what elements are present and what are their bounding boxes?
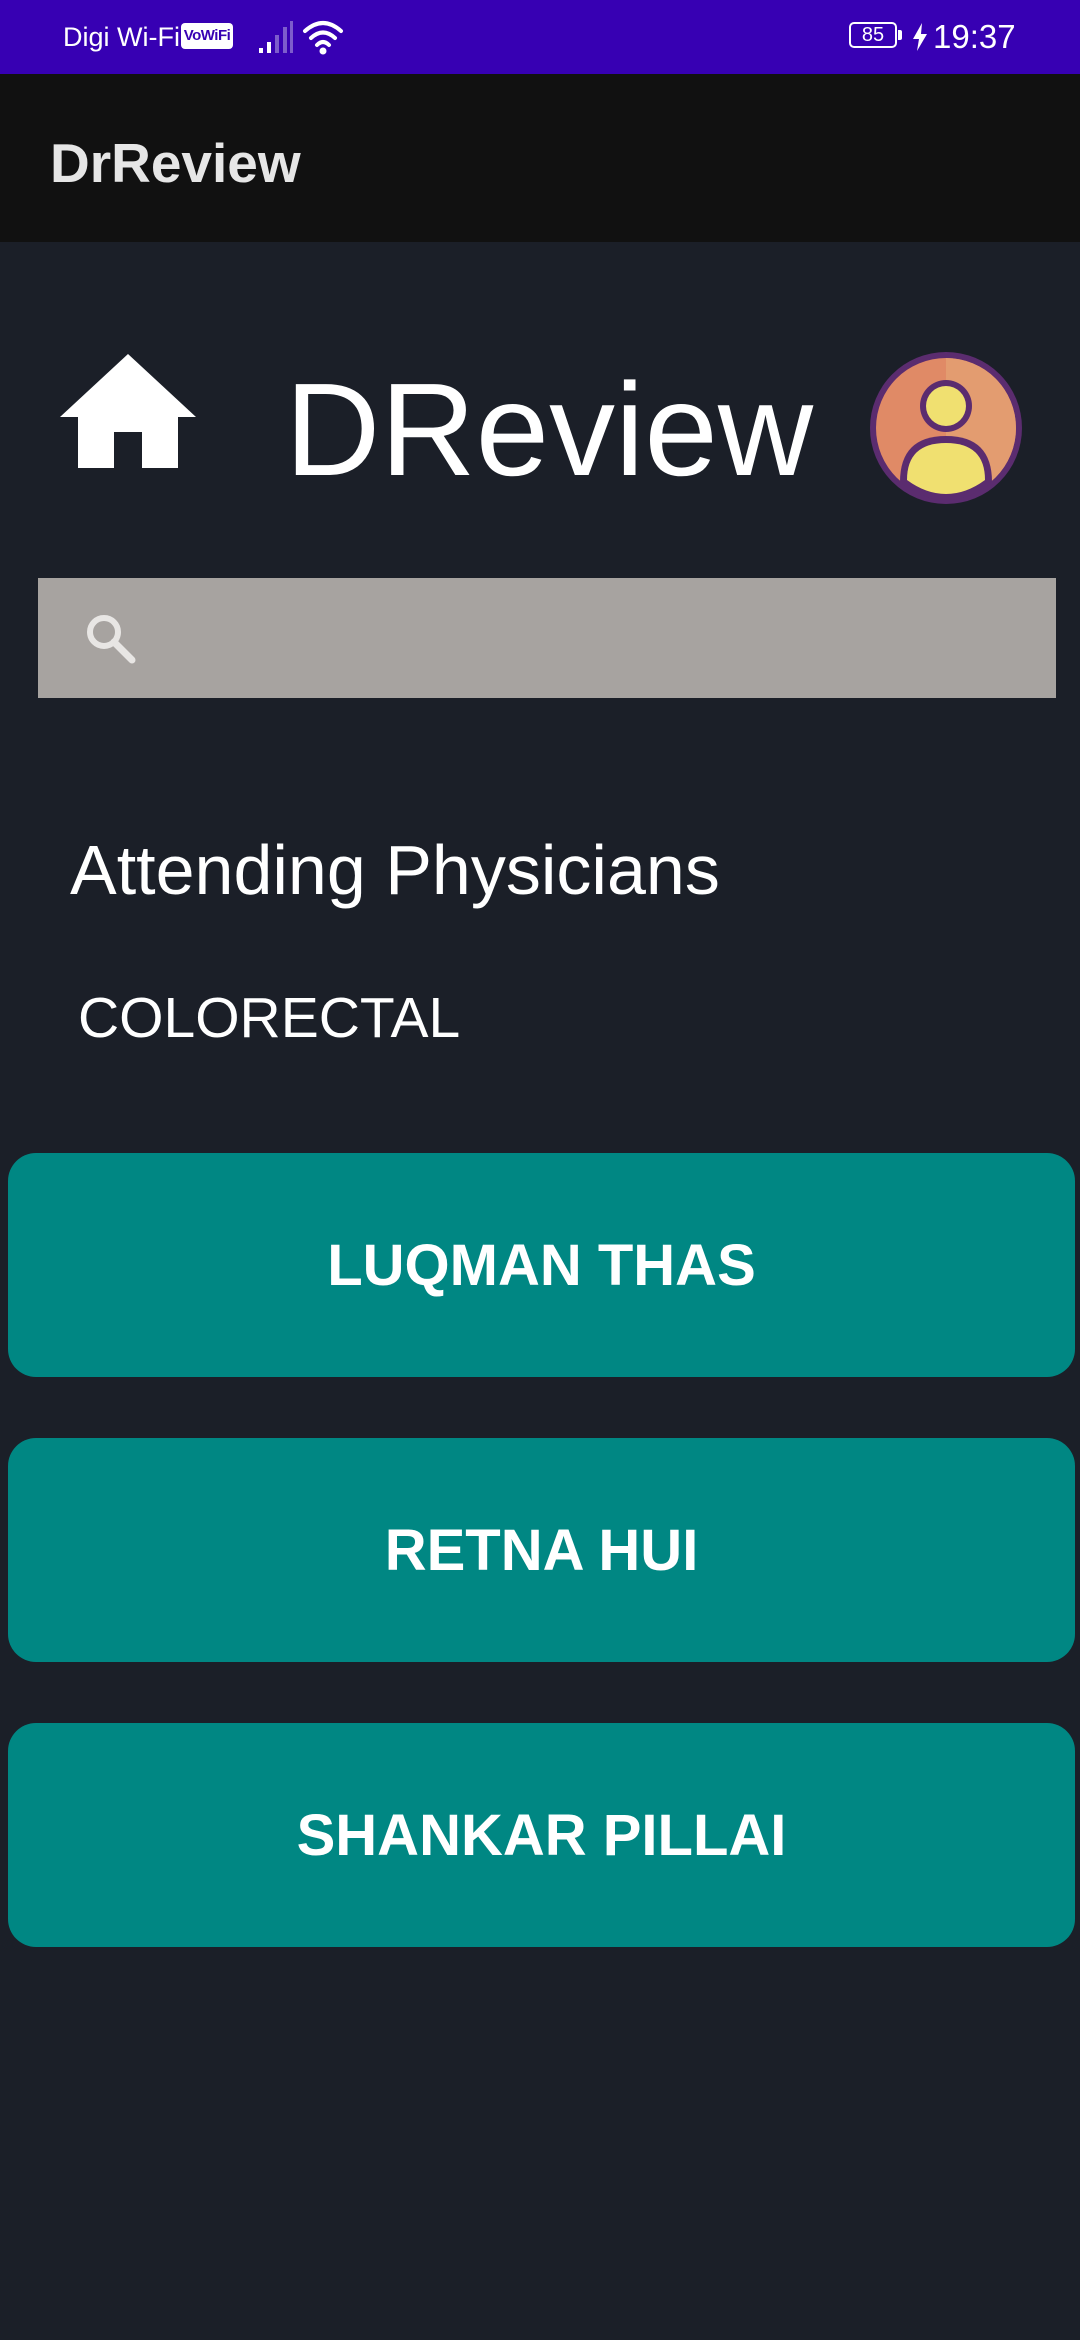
charging-icon <box>913 23 927 51</box>
battery-icon: 85 <box>849 22 905 52</box>
wifi-icon <box>303 21 343 55</box>
carrier-label: Digi Wi-Fi <box>63 22 180 52</box>
vowifi-badge: VoWiFi <box>181 23 233 49</box>
physician-button[interactable]: RETNA HUI <box>8 1438 1075 1662</box>
home-icon[interactable] <box>58 352 198 470</box>
app-bar: DrReview <box>0 74 1080 242</box>
section-title: Attending Physicians <box>70 831 720 909</box>
status-bar: Digi Wi-Fi VoWiFi 85 19:37 <box>0 0 1080 74</box>
brand-title: DReview <box>285 356 814 503</box>
search-input[interactable] <box>158 598 1022 680</box>
status-time: 19:37 <box>933 18 1016 55</box>
physician-button[interactable]: LUQMAN THAS <box>8 1153 1075 1377</box>
battery-level: 85 <box>849 22 897 48</box>
department-label: COLORECTAL <box>78 986 461 1050</box>
signal-icon <box>259 21 293 53</box>
app-bar-title: DrReview <box>50 132 301 194</box>
user-avatar-icon[interactable] <box>866 348 1026 508</box>
search-bar[interactable] <box>38 578 1056 698</box>
search-icon <box>87 615 136 664</box>
physician-button[interactable]: SHANKAR PILLAI <box>8 1723 1075 1947</box>
